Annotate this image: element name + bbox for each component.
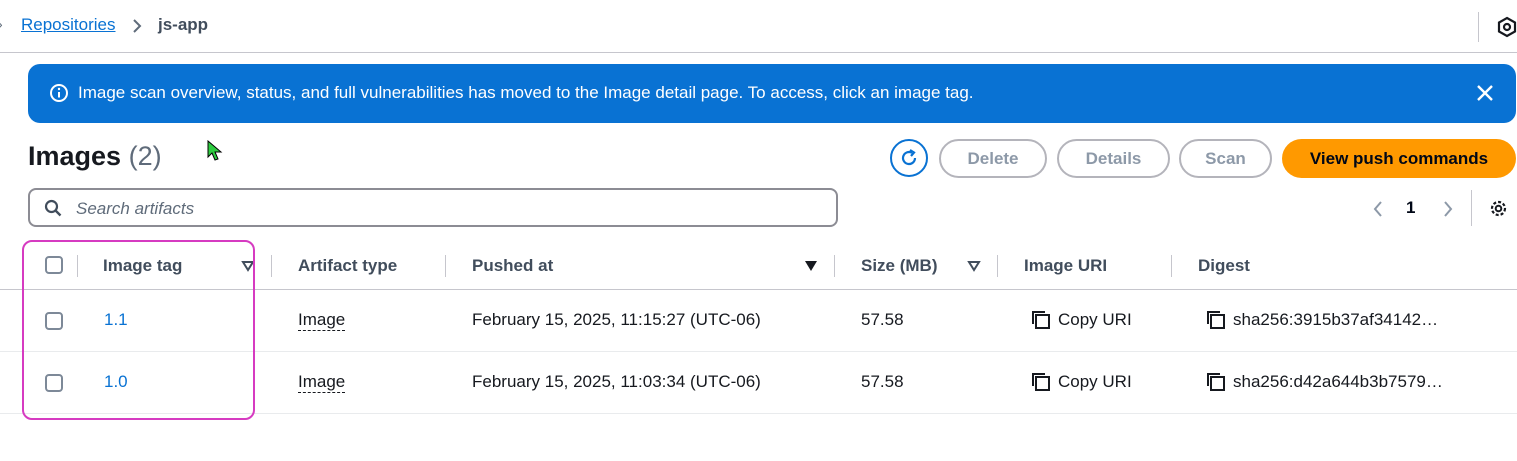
artifact-type-value[interactable]: Image (298, 310, 346, 331)
view-push-commands-button[interactable]: View push commands (1282, 139, 1516, 178)
pushed-at-value: February 15, 2025, 11:15:27 (UTC-06) (472, 310, 761, 329)
column-header-image-tag[interactable]: Image tag (103, 256, 182, 276)
table-row: 1.0 Image February 15, 2025, 11:03:34 (U… (0, 352, 1517, 414)
copy-icon (1032, 311, 1050, 329)
column-divider (834, 255, 835, 277)
digest-value: sha256:3915b37af34142… (1233, 310, 1439, 329)
table-header: Image tag Artifact type Pushed at Size (… (0, 242, 1517, 290)
copy-uri-button[interactable]: Copy URI (1030, 308, 1140, 332)
image-tag-link[interactable]: 1.1 (104, 310, 128, 330)
artifact-type-value[interactable]: Image (298, 372, 346, 393)
column-divider (445, 255, 446, 277)
row-checkbox[interactable] (45, 312, 63, 330)
copy-icon (1207, 311, 1225, 329)
next-page-icon[interactable] (1442, 199, 1454, 219)
sort-down-filled-icon[interactable] (804, 260, 818, 272)
image-count: (2) (128, 141, 162, 171)
sort-down-outline-icon[interactable] (967, 260, 981, 272)
copy-digest-button[interactable]: sha256:3915b37af34142… (1205, 308, 1465, 332)
digest-value: sha256:d42a644b3b7579… (1233, 372, 1443, 391)
column-header-image-uri: Image URI (1024, 256, 1108, 275)
previous-page-icon[interactable] (1372, 199, 1384, 219)
gear-icon[interactable] (1488, 198, 1509, 219)
image-tag-link[interactable]: 1.0 (104, 372, 128, 392)
column-divider (997, 255, 998, 277)
close-icon[interactable] (1474, 82, 1496, 104)
copy-icon (1207, 373, 1225, 391)
refresh-button[interactable] (890, 139, 928, 177)
column-header-size[interactable]: Size (MB) (861, 256, 938, 276)
refresh-icon (901, 149, 917, 166)
column-divider (1171, 255, 1172, 277)
page-title: Images (2) (28, 141, 162, 172)
info-flashbar: Image scan overview, status, and full vu… (28, 64, 1516, 123)
copy-uri-button[interactable]: Copy URI (1030, 370, 1140, 394)
copy-icon (1032, 373, 1050, 391)
chevron-right-icon: › (0, 16, 3, 32)
column-header-artifact-type: Artifact type (298, 256, 398, 275)
scan-button[interactable]: Scan (1179, 139, 1272, 178)
copy-uri-label: Copy URI (1058, 372, 1132, 391)
copy-uri-label: Copy URI (1058, 310, 1132, 329)
table-row: 1.1 Image February 15, 2025, 11:15:27 (U… (0, 290, 1517, 352)
search-box (28, 188, 838, 227)
pushed-at-value: February 15, 2025, 11:03:34 (UTC-06) (472, 372, 761, 391)
info-icon (50, 84, 68, 102)
flashbar-message: Image scan overview, status, and full vu… (78, 83, 974, 102)
breadcrumb: › Repositories js-app (0, 0, 1517, 53)
delete-button[interactable]: Delete (939, 139, 1047, 178)
hexagon-settings-icon[interactable] (1496, 16, 1517, 38)
details-button[interactable]: Details (1057, 139, 1170, 178)
column-header-digest: Digest (1198, 256, 1250, 275)
chevron-right-icon (133, 19, 142, 33)
column-header-pushed-at[interactable]: Pushed at (472, 256, 553, 276)
search-icon (44, 199, 62, 217)
mouse-cursor-icon (207, 140, 223, 161)
divider (1471, 190, 1472, 226)
size-value: 57.58 (861, 310, 904, 329)
search-input[interactable] (74, 195, 818, 222)
copy-digest-button[interactable]: sha256:d42a644b3b7579… (1205, 370, 1465, 394)
page-title-text: Images (28, 141, 122, 171)
breadcrumb-current: js-app (158, 15, 209, 34)
breadcrumb-repositories-link[interactable]: Repositories (21, 15, 116, 35)
divider (1478, 12, 1479, 42)
size-value: 57.58 (861, 372, 904, 391)
column-divider (271, 255, 272, 277)
page-number-button[interactable]: 1 (1406, 198, 1415, 218)
row-checkbox[interactable] (45, 374, 63, 392)
sort-down-outline-icon[interactable] (241, 260, 255, 272)
select-all-checkbox[interactable] (45, 256, 63, 274)
column-divider (77, 255, 78, 277)
